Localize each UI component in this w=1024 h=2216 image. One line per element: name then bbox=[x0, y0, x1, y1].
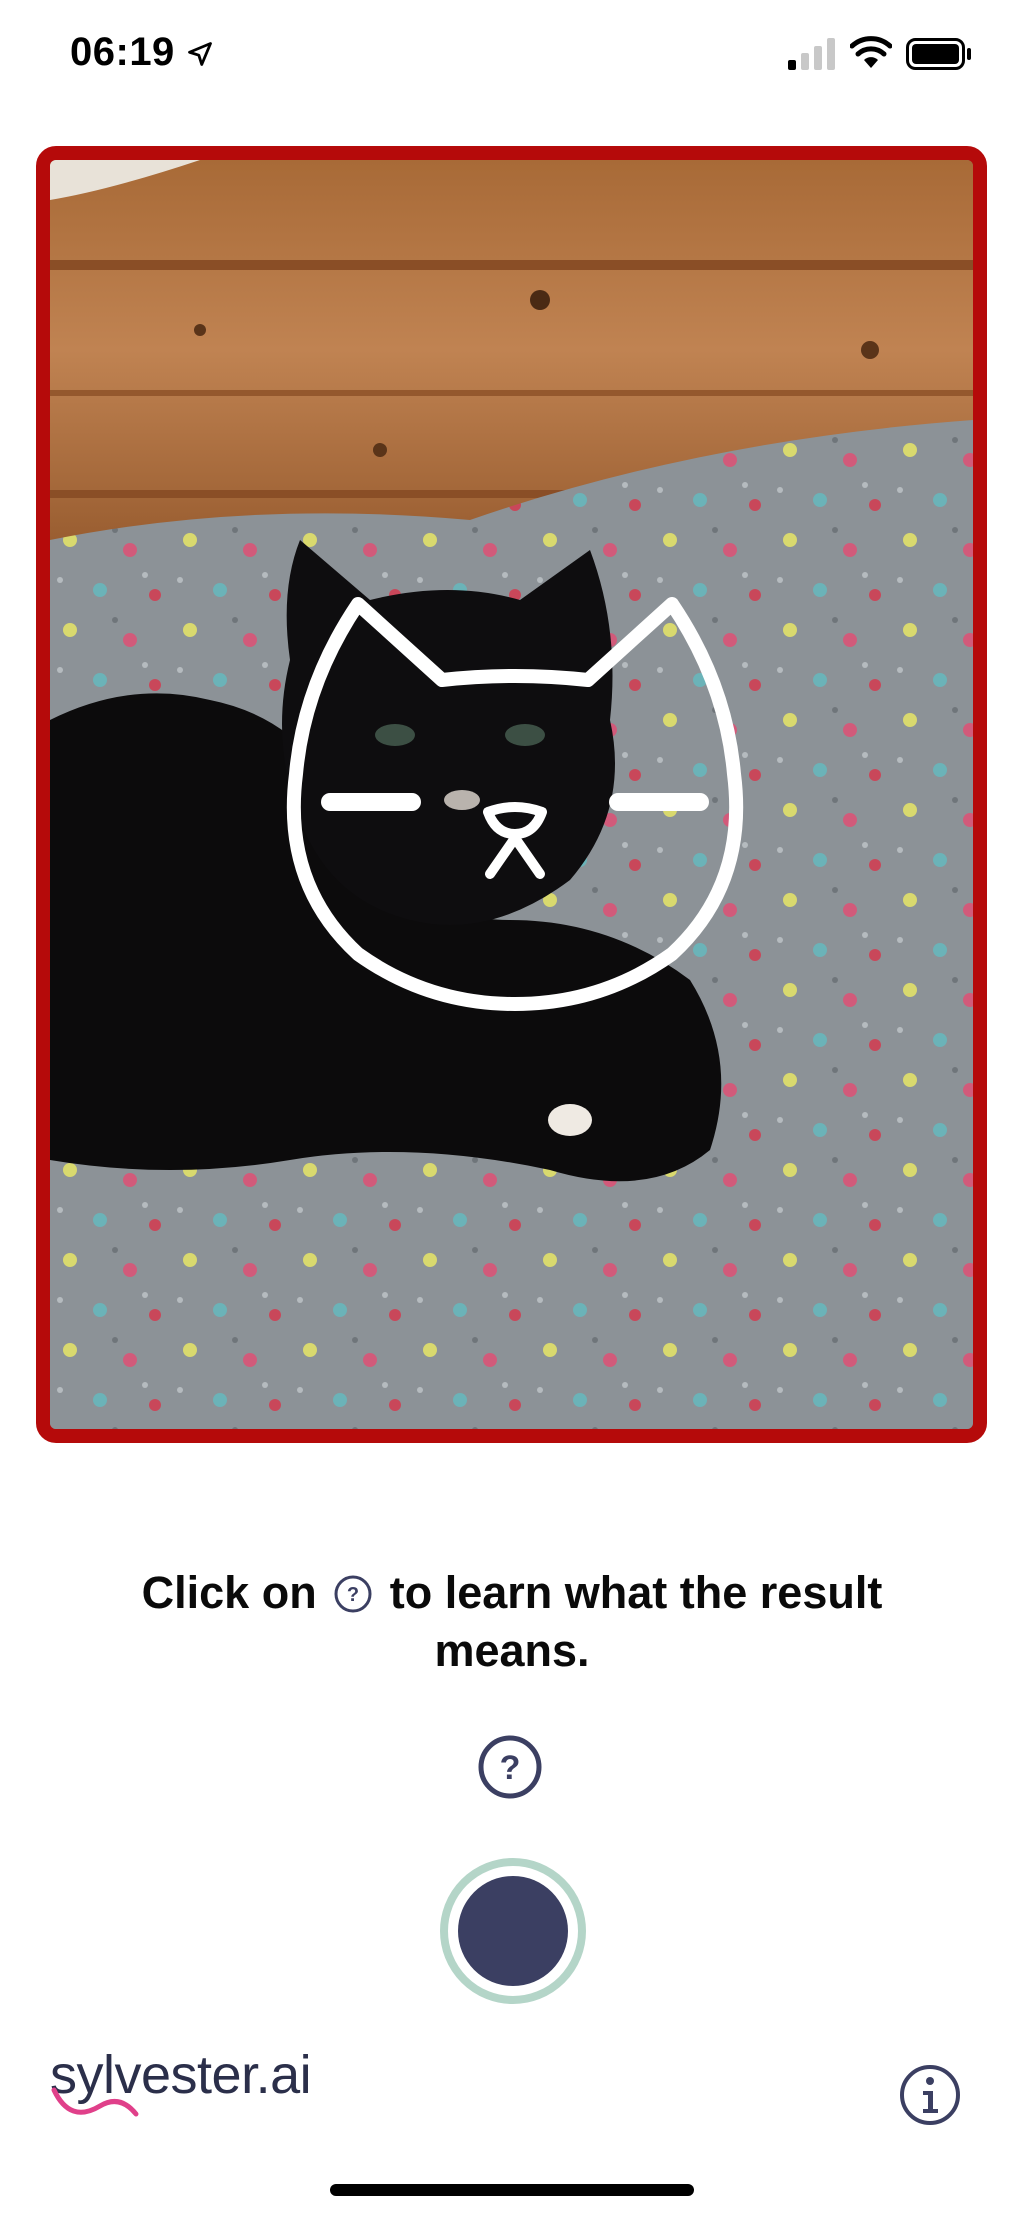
info-button[interactable] bbox=[898, 2063, 962, 2127]
question-icon: ? bbox=[334, 1575, 372, 1613]
help-button[interactable]: ? bbox=[476, 1733, 544, 1801]
capture-button[interactable] bbox=[440, 1858, 586, 2004]
camera-result-frame bbox=[36, 146, 987, 1443]
status-bar: 06:19 bbox=[0, 0, 1024, 112]
sylvester-logo: sylvester.ai bbox=[50, 2044, 312, 2124]
info-icon bbox=[900, 2065, 960, 2125]
battery-icon bbox=[906, 38, 971, 70]
svg-text:?: ? bbox=[347, 1584, 359, 1606]
cellular-signal-icon bbox=[788, 38, 835, 70]
question-icon: ? bbox=[478, 1735, 542, 1799]
wifi-icon bbox=[850, 36, 892, 68]
home-indicator[interactable] bbox=[330, 2184, 694, 2196]
status-time: 06:19 bbox=[70, 30, 175, 74]
cat-face-icon bbox=[286, 597, 744, 1011]
instruction-text-end: to learn what the result means. bbox=[389, 1567, 883, 1676]
logo-swoosh-icon bbox=[51, 2087, 139, 2117]
svg-text:?: ? bbox=[500, 1749, 521, 1787]
location-arrow-icon bbox=[188, 42, 212, 66]
instruction-text: Click on ? to learn what the result mean… bbox=[112, 1564, 912, 1680]
instruction-text-start: Click on bbox=[141, 1567, 317, 1618]
capture-button-inner bbox=[458, 1876, 568, 1986]
